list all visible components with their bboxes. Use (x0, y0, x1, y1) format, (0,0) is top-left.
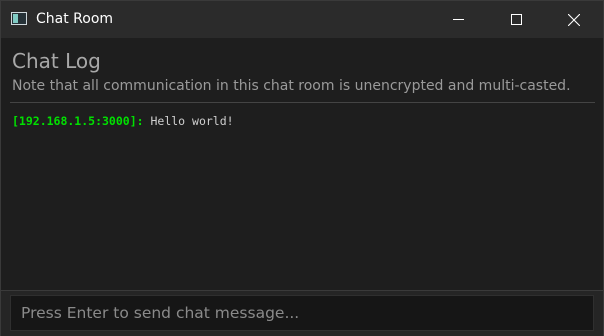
maximize-button[interactable] (487, 1, 545, 38)
divider (10, 102, 595, 103)
close-button[interactable] (545, 1, 603, 38)
window-title: Chat Room (36, 11, 114, 27)
title-bar[interactable]: Chat Room (1, 1, 603, 38)
chat-log-area[interactable]: [192.168.1.5:3000]: Hello world! (12, 114, 595, 284)
chat-message-input[interactable] (10, 295, 594, 331)
window-app-icon (11, 12, 27, 25)
input-bar (1, 290, 603, 336)
encryption-note: Note that all communication in this chat… (12, 78, 571, 94)
close-icon (568, 13, 580, 26)
chat-room-window: Chat Room Chat Log Note that all communi… (0, 0, 604, 336)
chat-content: Chat Log Note that all communication in … (1, 38, 603, 336)
minimize-button[interactable] (429, 1, 487, 38)
minimize-icon (452, 14, 464, 25)
chat-message: [192.168.1.5:3000]: Hello world! (12, 114, 595, 128)
maximize-icon (510, 14, 522, 25)
chat-log-title: Chat Log (12, 49, 101, 73)
message-sender: [192.168.1.5:3000]: (12, 114, 144, 128)
message-text: Hello world! (143, 114, 234, 128)
